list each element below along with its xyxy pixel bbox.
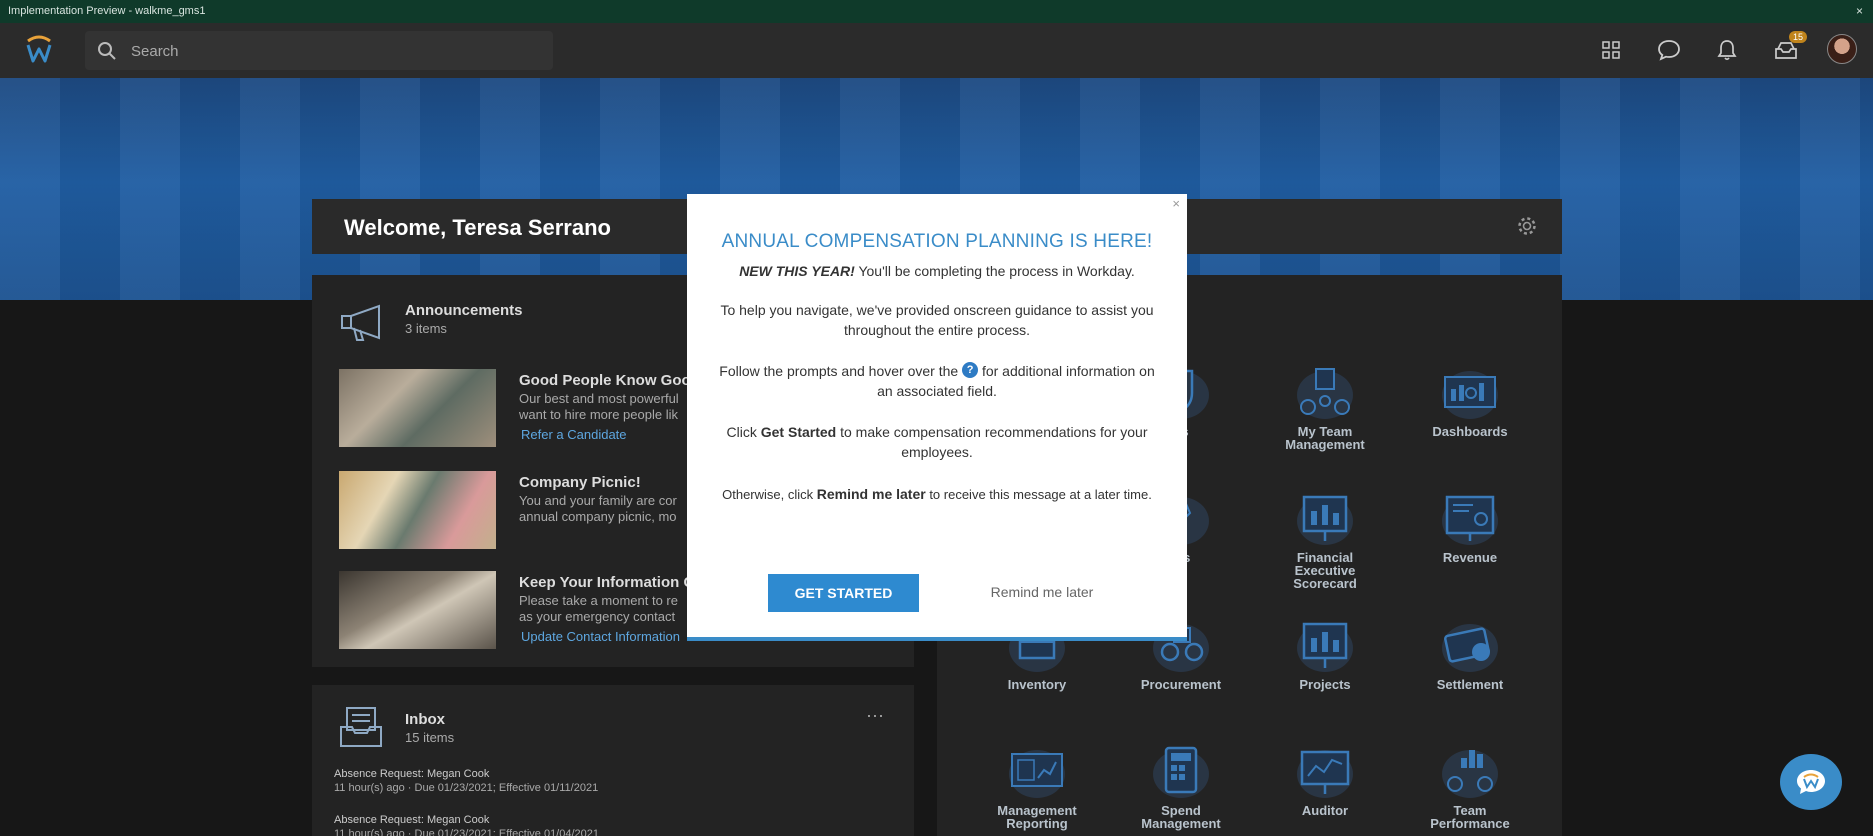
- modal-prompts-pre: Follow the prompts and hover over the: [719, 363, 963, 379]
- announcements-count: 3 items: [405, 321, 447, 336]
- app-tile[interactable]: Management Reporting: [967, 742, 1107, 830]
- inbox-item-title: Absence Request: Megan Cook: [334, 814, 490, 826]
- app-tile[interactable]: Dashboards: [1400, 363, 1540, 438]
- announcement-image: [339, 571, 496, 649]
- window-close-button[interactable]: ×: [1856, 0, 1863, 23]
- update-contact-link[interactable]: Update Contact Information: [521, 629, 680, 644]
- modal-close-button[interactable]: ×: [1172, 196, 1180, 211]
- remind-me-later-button[interactable]: Remind me later: [977, 584, 1107, 600]
- modal-paragraph-otherwise: Otherwise, click Remind me later to rece…: [717, 484, 1157, 505]
- help-chat-button[interactable]: [1780, 754, 1842, 810]
- app-tile[interactable]: Spend Management: [1111, 742, 1251, 830]
- app-tile-label: Auditor: [1301, 803, 1349, 818]
- search-icon: [98, 42, 116, 60]
- team-performance-icon: [1439, 742, 1501, 800]
- projects-icon: [1294, 616, 1356, 674]
- bar-chart-icon: [1294, 489, 1356, 547]
- auditor-icon: [1294, 742, 1356, 800]
- announcements-title: Announcements: [405, 302, 523, 319]
- app-tile-label: Team Performance: [1430, 803, 1510, 831]
- window-title: Implementation Preview - walkme_gms1: [8, 5, 206, 17]
- app-tile-label: Projects: [1299, 677, 1351, 692]
- app-tile[interactable]: Auditor: [1255, 742, 1395, 817]
- notifications-bell-icon[interactable]: [1714, 37, 1740, 63]
- app-tile-label: Revenue: [1442, 550, 1498, 565]
- window-title-bar: Implementation Preview - walkme_gms1 ×: [0, 0, 1873, 23]
- app-tile[interactable]: Financial Executive Scorecard: [1255, 489, 1395, 590]
- get-started-button[interactable]: GET STARTED: [768, 574, 919, 612]
- announcement-heading: Good People Know Good: [519, 372, 700, 389]
- megaphone-icon: [341, 304, 380, 341]
- app-tile[interactable]: My Team Management: [1255, 363, 1395, 451]
- revenue-icon: [1439, 489, 1501, 547]
- more-options-icon[interactable]: ···: [866, 705, 884, 726]
- refer-candidate-link[interactable]: Refer a Candidate: [521, 427, 627, 442]
- top-header: Search 15: [0, 23, 1873, 78]
- welcome-title: Welcome, Teresa Serrano: [344, 215, 611, 240]
- announcement-heading: Keep Your Information C: [519, 574, 695, 591]
- inbox-title: Inbox: [405, 711, 445, 728]
- apps-grid-icon[interactable]: [1598, 37, 1624, 63]
- modal-paragraph-prompts: Follow the prompts and hover over the ? …: [717, 361, 1157, 401]
- app-tile[interactable]: Revenue: [1400, 489, 1540, 564]
- modal-new-text: You'll be completing the process in Work…: [854, 263, 1135, 279]
- announcement-image: [339, 369, 496, 447]
- search-bar[interactable]: Search: [85, 31, 553, 70]
- inbox-item[interactable]: Absence Request: Megan Cook 11 hour(s) a…: [334, 813, 599, 836]
- team-icon: [1294, 363, 1356, 421]
- app-tile-label: Spend Management: [1141, 803, 1221, 831]
- inbox-count: 15 items: [405, 730, 455, 745]
- app-tile-label: Financial Executive Scorecard: [1293, 550, 1357, 591]
- dashboard-icon: [1439, 363, 1501, 421]
- app-tile-label: Inventory: [1007, 677, 1067, 692]
- app-tile-label: Procurement: [1140, 677, 1222, 692]
- app-tile[interactable]: Team Performance: [1400, 742, 1540, 830]
- search-input[interactable]: Search: [131, 43, 179, 60]
- modal-new-label: NEW THIS YEAR!: [739, 263, 855, 279]
- settlement-icon: [1439, 616, 1501, 674]
- app-tile-label: Dashboards: [1432, 424, 1508, 439]
- modal-paragraph-click: Click Get Started to make compensation r…: [717, 422, 1157, 462]
- modal-otherwise-post: to receive this message at a later time.: [925, 487, 1152, 502]
- inbox-item-meta: 11 hour(s) ago · Due 01/23/2021; Effecti…: [334, 828, 599, 836]
- app-tile-label: Settlement: [1436, 677, 1504, 692]
- inbox-item-meta: 11 hour(s) ago · Due 01/23/2021; Effecti…: [334, 782, 599, 794]
- modal-click-post: to make compensation recommendations for…: [836, 424, 1148, 460]
- inbox-tray-icon[interactable]: 15: [1773, 31, 1807, 63]
- reporting-icon: [1006, 742, 1068, 800]
- inbox-item-title: Absence Request: Megan Cook: [334, 768, 490, 780]
- inbox-item[interactable]: Absence Request: Megan Cook 11 hour(s) a…: [334, 767, 598, 795]
- app-tile-label: My Team Management: [1285, 424, 1365, 452]
- gear-icon[interactable]: [1516, 215, 1538, 237]
- modal-click-pre: Click: [726, 424, 761, 440]
- inbox-panel: Inbox 15 items ··· Absence Request: Mega…: [312, 685, 914, 836]
- chat-icon[interactable]: [1656, 37, 1682, 63]
- inbox-icon: [340, 707, 382, 747]
- modal-paragraph-guidance: To help you navigate, we've provided ons…: [720, 302, 1154, 338]
- announcement-heading: Company Picnic!: [519, 474, 641, 491]
- inbox-badge: 15: [1788, 31, 1807, 43]
- user-avatar[interactable]: [1827, 34, 1857, 64]
- app-tile[interactable]: Projects: [1255, 616, 1395, 691]
- help-question-icon: ?: [962, 362, 979, 378]
- workday-logo[interactable]: [24, 35, 54, 65]
- modal-paragraph-new: NEW THIS YEAR! You'll be completing the …: [717, 261, 1157, 281]
- modal-click-bold: Get Started: [760, 424, 837, 440]
- modal-title: ANNUAL COMPENSATION PLANNING IS HERE!: [721, 231, 1153, 252]
- modal-otherwise-pre: Otherwise, click: [722, 487, 817, 502]
- calculator-icon: [1150, 742, 1212, 800]
- workday-chat-icon: [1797, 770, 1825, 794]
- compensation-planning-modal: × ANNUAL COMPENSATION PLANNING IS HERE! …: [687, 194, 1187, 641]
- app-tile-label: Management Reporting: [997, 803, 1077, 831]
- app-tile[interactable]: Settlement: [1400, 616, 1540, 691]
- modal-otherwise-bold: Remind me later: [816, 486, 926, 502]
- announcement-image: [339, 471, 496, 549]
